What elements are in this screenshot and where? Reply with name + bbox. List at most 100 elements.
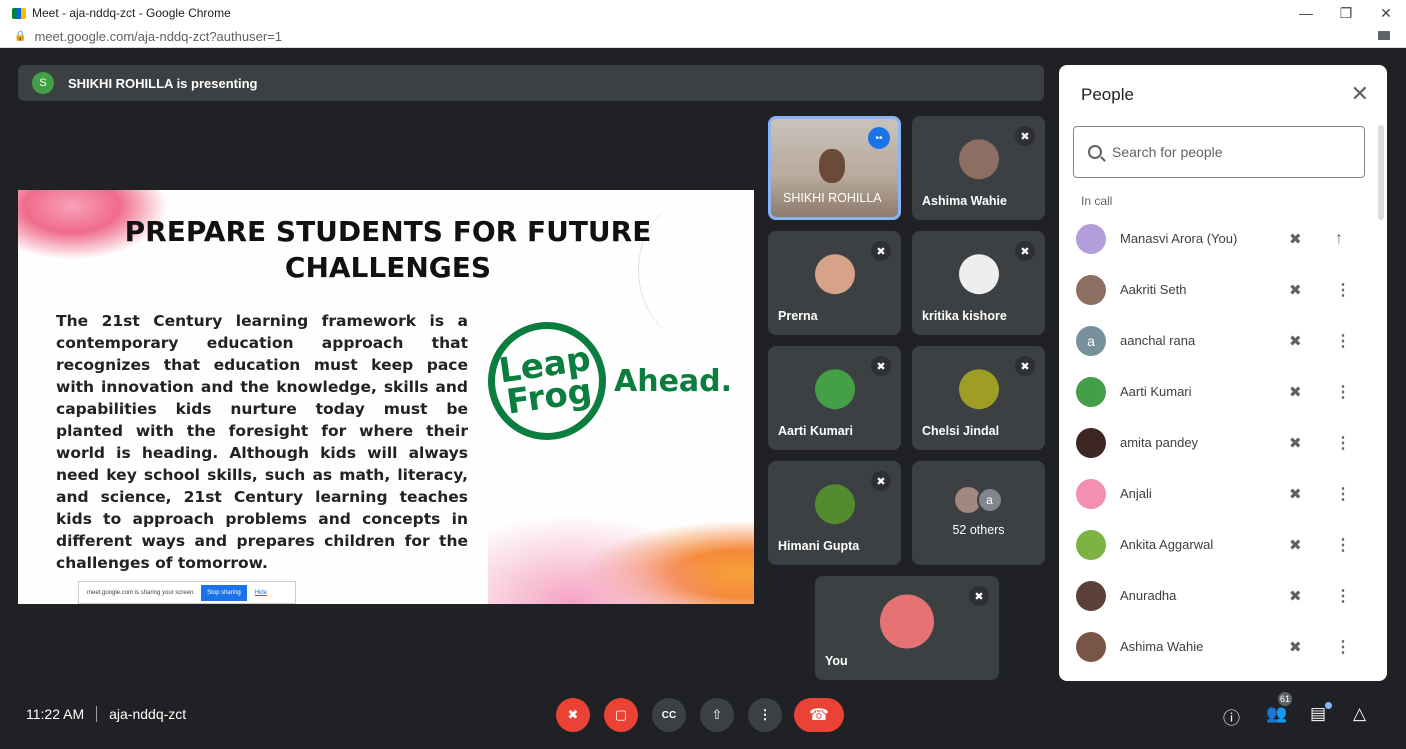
people-list-item[interactable]: amita pandey ✖ ⋮ (1059, 417, 1379, 468)
window-controls: — ❐ ✕ (1286, 0, 1406, 26)
participant-tile[interactable]: ✖ kritika kishore (912, 231, 1045, 335)
search-input[interactable] (1112, 144, 1332, 160)
participant-avatar (814, 254, 855, 295)
more-icon[interactable]: ⋮ (1335, 535, 1351, 555)
hide-link[interactable]: Hide (255, 590, 267, 596)
mic-off-icon[interactable]: ✖ (1289, 587, 1302, 605)
people-list-item[interactable]: a aanchal rana ✖ ⋮ (1059, 315, 1379, 366)
participant-name: SHIKHI ROHILLA (783, 191, 882, 205)
section-label: In call (1081, 194, 1113, 208)
more-icon[interactable]: ⋮ (1335, 331, 1351, 351)
mic-off-icon: ✖ (1015, 126, 1035, 146)
shared-screen: PREPARE STUDENTS FOR FUTURE CHALLENGES T… (18, 190, 754, 604)
restore-button[interactable]: ❐ (1326, 0, 1366, 26)
more-icon[interactable]: ⋮ (1335, 637, 1351, 657)
stop-sharing-button[interactable]: Stop sharing (201, 584, 247, 601)
others-avatars: a (954, 487, 1003, 513)
participant-count-badge: 61 (1276, 690, 1294, 708)
mic-off-icon[interactable]: ✖ (1289, 230, 1302, 248)
participant-tile[interactable]: ✖ Prerna (768, 231, 901, 335)
minimize-button[interactable]: — (1286, 0, 1326, 26)
camera-toggle-button[interactable]: ▢ (604, 698, 638, 732)
participant-avatar (958, 254, 999, 295)
participant-name: Anjali (1120, 486, 1152, 501)
divider (96, 706, 98, 722)
more-icon[interactable]: ⋮ (1335, 586, 1351, 606)
mic-off-icon[interactable]: ✖ (1289, 536, 1302, 554)
address-bar[interactable]: 🔒 meet.google.com/aja-nddq-zct?authuser=… (0, 26, 1406, 48)
close-icon[interactable]: ✕ (1351, 81, 1369, 107)
leave-call-button[interactable]: ☎ (794, 698, 844, 732)
mic-off-icon[interactable]: ✖ (1289, 485, 1302, 503)
participant-avatar (814, 369, 855, 410)
people-panel: People ✕ In call Manasvi Arora (You) ✖ ↑ Aa… (1059, 65, 1387, 681)
participant-tile[interactable]: ✖ Chelsi Jindal (912, 346, 1045, 450)
bottom-toolbar: 11:22 AM aja-nddq-zct ✖ ▢ CC ⇧ ⋮ ☎ ⓘ 👥 6… (0, 690, 1406, 749)
others-tile[interactable]: a 52 others (912, 461, 1045, 565)
participant-name: Ashima Wahie (1120, 639, 1204, 654)
more-options-button[interactable]: ⋮ (748, 698, 782, 732)
clock: 11:22 AM (26, 706, 85, 722)
participant-tile[interactable]: ✖ Aarti Kumari (768, 346, 901, 450)
people-search[interactable] (1073, 126, 1365, 178)
participant-avatar: a (1076, 325, 1106, 356)
participant-tile[interactable]: ✖ Ashima Wahie (912, 116, 1045, 220)
people-list-item[interactable]: Ankita Aggarwal ✖ ⋮ (1059, 519, 1379, 570)
people-list-item[interactable]: Ashima Wahie ✖ ⋮ (1059, 621, 1379, 672)
self-tile[interactable]: ✖ You (815, 576, 999, 680)
more-icon[interactable]: ⋮ (1335, 280, 1351, 300)
url-text[interactable]: meet.google.com/aja-nddq-zct?authuser=1 (34, 29, 282, 44)
self-name: You (825, 654, 848, 668)
logo-word-frog: Frog (504, 371, 595, 423)
captions-button[interactable]: CC (652, 698, 686, 732)
people-list-item[interactable]: Anuradha ✖ ⋮ (1059, 570, 1379, 621)
mic-off-icon[interactable]: ✖ (1289, 281, 1302, 299)
participant-avatar (1076, 427, 1106, 458)
participant-name: Anuradha (1120, 588, 1177, 603)
mic-off-icon[interactable]: ✖ (1289, 638, 1302, 656)
participant-avatar (958, 139, 999, 180)
self-avatar (880, 594, 934, 649)
people-list-item[interactable]: Aakriti Seth ✖ ⋮ (1059, 264, 1379, 315)
share-notice-text: meet.google.com is sharing your screen. (87, 589, 196, 596)
flower-decoration (488, 490, 754, 604)
speaking-indicator-icon: •• (868, 127, 890, 149)
more-icon[interactable]: ⋮ (1335, 484, 1351, 504)
present-button[interactable]: ⇧ (700, 698, 734, 732)
people-list-item[interactable]: Anjali ✖ ⋮ (1059, 468, 1379, 519)
pin-icon[interactable]: ↑ (1335, 230, 1343, 248)
participant-tile[interactable]: •• SHIKHI ROHILLA (768, 116, 901, 220)
participant-name: Aakriti Seth (1120, 282, 1187, 297)
others-label: 52 others (952, 523, 1005, 537)
people-list-item[interactable]: Aarti Kumari ✖ ⋮ (1059, 366, 1379, 417)
mic-toggle-button[interactable]: ✖ (556, 698, 590, 732)
more-icon[interactable]: ⋮ (1335, 382, 1351, 402)
mic-off-icon: ✖ (969, 586, 989, 606)
presenting-text: SHIKHI ROHILLA is presenting (68, 75, 258, 91)
participant-tile[interactable]: ✖ Himani Gupta (768, 461, 901, 565)
activities-icon[interactable]: △ (1353, 704, 1366, 724)
mic-off-icon[interactable]: ✖ (1289, 332, 1302, 350)
slide-body-text: The 21st Century learning framework is a… (56, 312, 468, 572)
logo-ahead-text: Ahead. (614, 363, 733, 399)
camera-indicator-icon[interactable] (1378, 31, 1390, 40)
mic-off-icon[interactable]: ✖ (1289, 434, 1302, 452)
people-list-item[interactable]: Manasvi Arora (You) ✖ ↑ (1059, 213, 1379, 264)
participant-name: Ashima Wahie (922, 194, 1007, 208)
browser-title-bar: Meet - aja-nddq-zct - Google Chrome — ❐ … (0, 0, 1406, 26)
presenter-avatar: S (32, 72, 54, 94)
chat-icon[interactable]: ▤ (1310, 704, 1326, 724)
info-icon[interactable]: ⓘ (1223, 704, 1240, 729)
participant-name: Ankita Aggarwal (1120, 537, 1214, 552)
participant-avatar (1076, 376, 1106, 407)
more-icon[interactable]: ⋮ (1335, 433, 1351, 453)
participant-name: Aarti Kumari (1120, 384, 1192, 399)
leapfrog-logo: Leap Frog Ahead. (480, 314, 733, 448)
lock-icon: 🔒 (14, 31, 27, 42)
mic-off-icon[interactable]: ✖ (1289, 383, 1302, 401)
panel-title: People (1081, 85, 1134, 104)
close-window-button[interactable]: ✕ (1366, 0, 1406, 26)
scrollbar[interactable] (1378, 125, 1384, 220)
participant-name: Chelsi Jindal (922, 424, 1000, 438)
participant-avatar (1076, 274, 1106, 305)
